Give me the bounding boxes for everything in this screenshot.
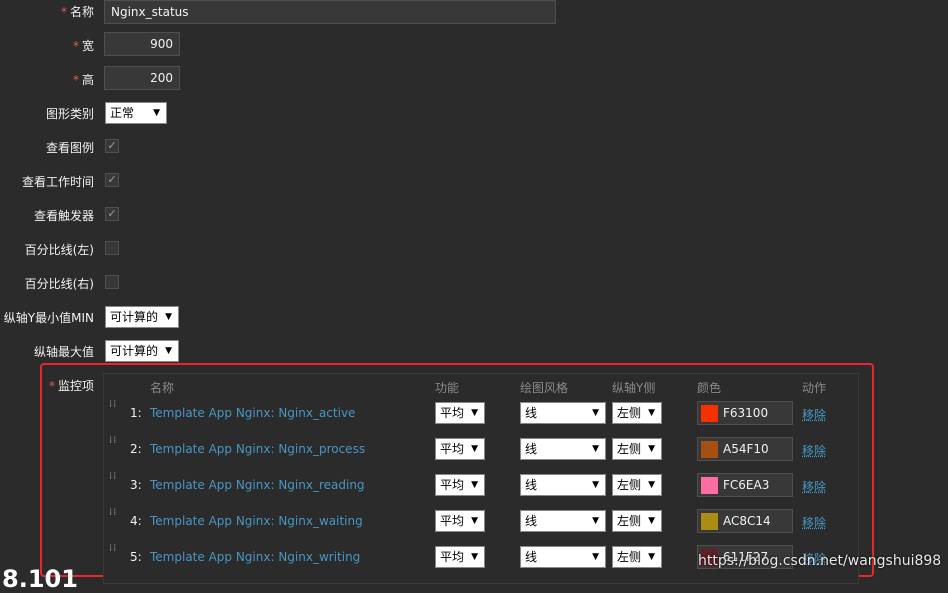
chevron-down-icon: ▼ [592, 408, 599, 418]
color-picker[interactable]: FC6EA3 [697, 473, 793, 497]
draw-style-select[interactable]: 线 ▼ [520, 510, 606, 532]
item-name-link[interactable]: Template App Nginx: Nginx_reading [150, 478, 365, 492]
remove-link[interactable]: 移除 [802, 406, 826, 423]
chevron-down-icon: ▼ [592, 552, 599, 562]
chevron-down-icon: ▼ [471, 480, 478, 490]
function-select[interactable]: 平均 ▼ [435, 438, 485, 460]
required-mark: * [72, 39, 79, 53]
name-label: * 名称 [60, 5, 94, 19]
ymax-label: 纵轴最大值 [33, 345, 94, 359]
watermark: https://blog.csdn.net/wangshui898 [698, 553, 942, 569]
row-index: 5: [130, 550, 142, 564]
function-select[interactable]: 平均 ▼ [435, 546, 485, 568]
show-legend-checkbox[interactable]: ✓ [105, 139, 119, 153]
color-picker[interactable]: F63100 [697, 401, 793, 425]
percentile-right-checkbox[interactable] [105, 275, 119, 289]
show-legend-label: 查看图例 [45, 141, 94, 155]
height-input[interactable]: 200 [104, 66, 180, 90]
row-index: 4: [130, 514, 142, 528]
color-swatch[interactable] [701, 405, 718, 422]
show-work-period-checkbox[interactable]: ✓ [105, 173, 119, 187]
chevron-down-icon: ▼ [471, 444, 478, 454]
color-swatch[interactable] [701, 513, 718, 530]
chevron-down-icon: ▼ [592, 444, 599, 454]
header-function: 功能 [435, 381, 460, 395]
chevron-down-icon: ▼ [165, 346, 172, 356]
color-picker[interactable]: AC8C14 [697, 509, 793, 533]
drag-handle-icon[interactable]: ⁞⁞ [109, 472, 116, 491]
y-axis-select[interactable]: 左侧 ▼ [612, 546, 662, 568]
function-select[interactable]: 平均 ▼ [435, 510, 485, 532]
item-name-link[interactable]: Template App Nginx: Nginx_writing [150, 550, 360, 564]
header-name: 名称 [150, 381, 175, 395]
y-axis-select[interactable]: 左侧 ▼ [612, 474, 662, 496]
required-mark: * [60, 5, 67, 19]
height-label: * 高 [72, 73, 94, 87]
y-axis-select[interactable]: 左侧 ▼ [612, 510, 662, 532]
chevron-down-icon: ▼ [648, 480, 655, 490]
chevron-down-icon: ▼ [592, 516, 599, 526]
row-index: 1: [130, 406, 142, 420]
header-color: 颜色 [697, 381, 722, 395]
ymin-label: 纵轴Y最小值MIN [3, 311, 94, 325]
ymin-select[interactable]: 可计算的 ▼ [105, 306, 179, 328]
chevron-down-icon: ▼ [648, 552, 655, 562]
chevron-down-icon: ▼ [592, 480, 599, 490]
header-y-axis: 纵轴Y侧 [612, 381, 656, 395]
y-axis-select[interactable]: 左侧 ▼ [612, 402, 662, 424]
draw-style-select[interactable]: 线 ▼ [520, 402, 606, 424]
show-work-period-label: 查看工作时间 [21, 175, 94, 189]
color-swatch[interactable] [701, 441, 718, 458]
drag-handle-icon[interactable]: ⁞⁞ [109, 400, 116, 419]
row-index: 3: [130, 478, 142, 492]
chevron-down-icon: ▼ [471, 516, 478, 526]
show-triggers-label: 查看触发器 [33, 209, 94, 223]
chevron-down-icon: ▼ [648, 444, 655, 454]
draw-style-select[interactable]: 线 ▼ [520, 474, 606, 496]
drag-handle-icon[interactable]: ⁞⁞ [109, 508, 116, 527]
y-axis-select[interactable]: 左侧 ▼ [612, 438, 662, 460]
percentile-right-label: 百分比线(右) [24, 277, 94, 291]
color-picker[interactable]: A54F10 [697, 437, 793, 461]
items-label: * 监控项 [48, 379, 94, 393]
chevron-down-icon: ▼ [165, 312, 172, 322]
chevron-down-icon: ▼ [648, 516, 655, 526]
row-index: 2: [130, 442, 142, 456]
required-mark: * [72, 73, 79, 87]
percentile-left-label: 百分比线(左) [24, 243, 94, 257]
item-name-link[interactable]: Template App Nginx: Nginx_active [150, 406, 355, 420]
partial-text: 8.101 [2, 565, 78, 593]
function-select[interactable]: 平均 ▼ [435, 402, 485, 424]
drag-handle-icon[interactable]: ⁞⁞ [109, 544, 116, 563]
remove-link[interactable]: 移除 [802, 478, 826, 495]
draw-style-select[interactable]: 线 ▼ [520, 546, 606, 568]
item-name-link[interactable]: Template App Nginx: Nginx_waiting [150, 514, 363, 528]
name-input[interactable]: Nginx_status [104, 0, 556, 24]
draw-style-select[interactable]: 线 ▼ [520, 438, 606, 460]
percentile-left-checkbox[interactable] [105, 241, 119, 255]
graph-type-select[interactable]: 正常 ▼ [105, 102, 167, 124]
chevron-down-icon: ▼ [648, 408, 655, 418]
graph-type-label: 图形类别 [45, 107, 94, 121]
drag-handle-icon[interactable]: ⁞⁞ [109, 436, 116, 455]
chevron-down-icon: ▼ [471, 408, 478, 418]
header-draw-style: 绘图风格 [520, 381, 569, 395]
header-action: 动作 [802, 381, 827, 395]
width-input[interactable]: 900 [104, 32, 180, 56]
function-select[interactable]: 平均 ▼ [435, 474, 485, 496]
item-name-link[interactable]: Template App Nginx: Nginx_process [150, 442, 365, 456]
remove-link[interactable]: 移除 [802, 442, 826, 459]
ymax-select[interactable]: 可计算的 ▼ [105, 340, 179, 362]
chevron-down-icon: ▼ [153, 108, 160, 118]
color-swatch[interactable] [701, 477, 718, 494]
width-label: * 宽 [72, 39, 94, 53]
remove-link[interactable]: 移除 [802, 514, 826, 531]
chevron-down-icon: ▼ [471, 552, 478, 562]
show-triggers-checkbox[interactable]: ✓ [105, 207, 119, 221]
required-mark: * [48, 379, 55, 393]
